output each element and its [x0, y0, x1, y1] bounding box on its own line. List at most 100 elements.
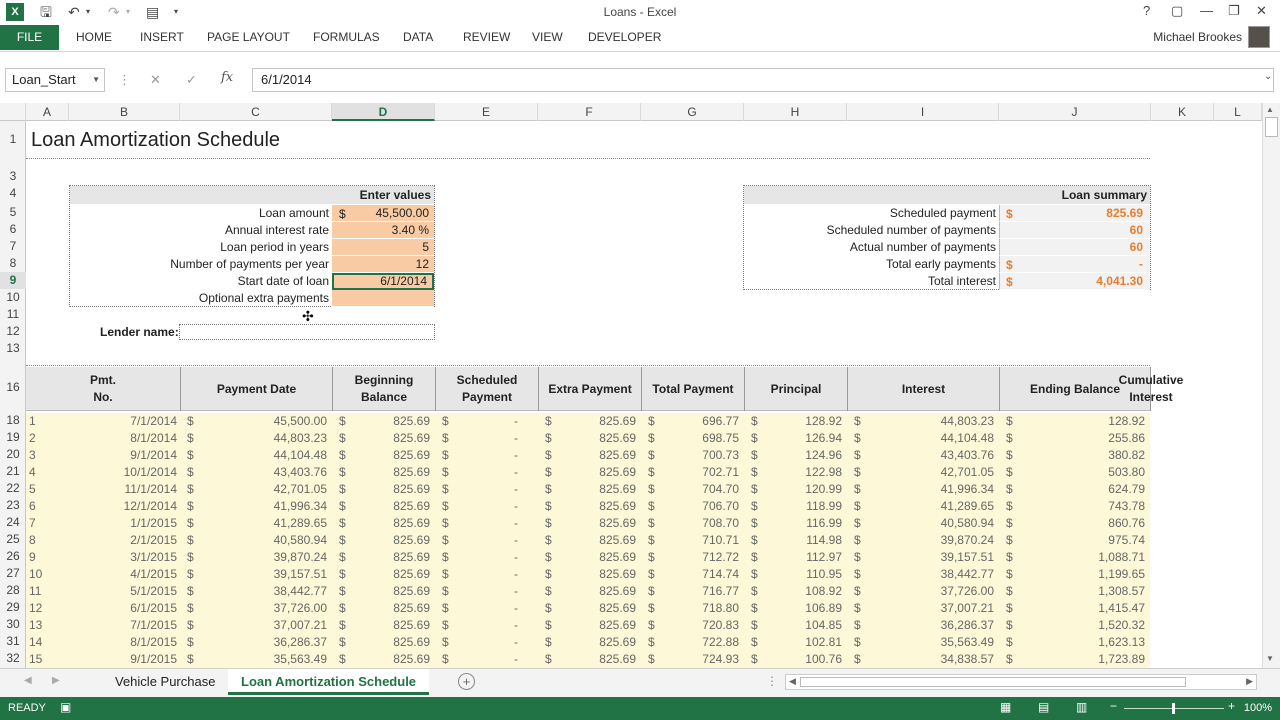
input-value[interactable]: 12 [332, 256, 434, 273]
column-header-k[interactable]: K [1151, 103, 1214, 121]
row-header-10[interactable]: 10 [0, 289, 26, 306]
input-value[interactable]: 45,500.00 [332, 205, 434, 222]
tab-insert[interactable]: INSERT [140, 30, 184, 44]
input-value[interactable]: 5 [332, 239, 434, 256]
tab-home[interactable]: HOME [76, 30, 112, 44]
scroll-thumb[interactable] [1265, 117, 1278, 137]
scroll-left-icon[interactable]: ◀ [789, 676, 796, 687]
column-header-g[interactable]: G [641, 103, 744, 121]
column-header-i[interactable]: I [847, 103, 999, 121]
lender-input[interactable] [179, 324, 435, 340]
input-value[interactable]: 3.40 % [332, 222, 434, 239]
table-row[interactable]: 3 9/1/2014 $44,104.48 $825.69 $ - $825.69 $700.… [26, 447, 1150, 464]
enter-icon[interactable]: ✓ [186, 72, 197, 88]
column-header-j[interactable]: J [999, 103, 1151, 121]
insert-function-icon[interactable]: fx [221, 70, 233, 85]
row-header-26[interactable]: 26 [0, 548, 26, 565]
row-header-9[interactable]: 9 [0, 272, 26, 289]
table-header-cell[interactable]: Scheduled Payment [435, 367, 538, 411]
restore-icon[interactable]: ❐ [1228, 3, 1240, 19]
tab-view[interactable]: VIEW [532, 30, 563, 44]
table-row[interactable]: 7 1/1/2015 $41,289.65 $825.69 $ - $825.69 $708.… [26, 515, 1150, 532]
table-header-cell[interactable]: Pmt. No. [26, 367, 180, 411]
column-header-h[interactable]: H [744, 103, 847, 121]
vertical-scrollbar[interactable]: ▲ ▼ [1262, 103, 1280, 668]
cancel-icon[interactable]: ✕ [150, 72, 161, 88]
zoom-level[interactable]: 100% [1244, 702, 1272, 714]
add-sheet-icon[interactable]: + [458, 673, 475, 690]
row-header-32[interactable]: 32 [0, 650, 26, 667]
user-name[interactable]: Michael Brookes [1153, 30, 1242, 44]
normal-view-icon[interactable]: ▦ [1000, 700, 1011, 714]
row-header-1[interactable]: 1 [0, 131, 26, 148]
scroll-up-icon[interactable]: ▲ [1266, 105, 1274, 114]
selected-cell[interactable]: 6/1/2014 [332, 273, 434, 290]
ribbon-display-icon[interactable]: ▢ [1171, 3, 1183, 19]
column-header-d[interactable]: D [332, 103, 435, 121]
row-header-25[interactable]: 25 [0, 531, 26, 548]
column-header-f[interactable]: F [538, 103, 641, 121]
table-header-cell[interactable]: Total Payment [641, 367, 744, 411]
select-all-corner[interactable] [0, 103, 26, 121]
page-break-view-icon[interactable]: ▥ [1076, 700, 1087, 714]
table-header-cell[interactable]: Principal [744, 367, 847, 411]
table-header-cell[interactable]: Beginning Balance [332, 367, 435, 411]
row-header-11[interactable]: 11 [0, 306, 26, 323]
zoom-in-icon[interactable]: + [1228, 699, 1235, 713]
table-row[interactable]: 8 2/1/2015 $40,580.94 $825.69 $ - $825.69 $710.… [26, 532, 1150, 549]
page-layout-view-icon[interactable]: ▤ [1038, 700, 1049, 714]
row-header-27[interactable]: 27 [0, 565, 26, 582]
table-header-cell[interactable]: Extra Payment [538, 367, 641, 411]
row-header-16[interactable]: 16 [0, 379, 26, 396]
table-row[interactable]: 4 10/1/2014 $43,403.76 $825.69 $ - $825.69 $702… [26, 464, 1150, 481]
table-header-cell[interactable]: Interest [847, 367, 999, 411]
column-header-l[interactable]: L [1214, 103, 1262, 121]
row-header-12[interactable]: 12 [0, 323, 26, 340]
table-row[interactable]: 10 4/1/2015 $39,157.51 $825.69 $ - $825.69 $714… [26, 566, 1150, 583]
input-value[interactable] [332, 290, 434, 307]
zoom-out-icon[interactable]: − [1110, 699, 1117, 713]
row-header-24[interactable]: 24 [0, 514, 26, 531]
minimize-icon[interactable]: — [1200, 3, 1213, 18]
table-row[interactable]: 15 9/1/2015 $35,563.49 $825.69 $ - $825.69 $724… [26, 651, 1150, 668]
row-header-30[interactable]: 30 [0, 616, 26, 633]
scroll-right-icon[interactable]: ▶ [1246, 676, 1253, 687]
horizontal-scrollbar[interactable]: ◀ ▶ [785, 674, 1257, 690]
formula-input[interactable]: 6/1/2014 [252, 68, 1274, 92]
row-header-19[interactable]: 19 [0, 429, 26, 446]
table-row[interactable]: 5 11/1/2014 $42,701.05 $825.69 $ - $825.69 $704… [26, 481, 1150, 498]
row-header-5[interactable]: 5 [0, 204, 26, 221]
hscroll-thumb[interactable] [800, 677, 1186, 687]
zoom-slider-thumb[interactable] [1172, 703, 1175, 714]
scroll-tabs-right-icon[interactable]: ▶ [52, 675, 60, 686]
worksheet-grid[interactable]: ABCDEFGHIJKL 1 3 4 5 6 7 8 9 10 11 12 13 16 18 19 20 21 2… [0, 103, 1262, 668]
tab-review[interactable]: REVIEW [463, 30, 510, 44]
row-header-28[interactable]: 28 [0, 582, 26, 599]
row-header-3[interactable]: 3 [0, 168, 26, 185]
row-header-23[interactable]: 23 [0, 497, 26, 514]
row-header-29[interactable]: 29 [0, 599, 26, 616]
avatar[interactable] [1248, 26, 1270, 48]
row-header-20[interactable]: 20 [0, 446, 26, 463]
tab-data[interactable]: DATA [403, 30, 433, 44]
tab-file[interactable]: FILE [0, 25, 59, 50]
sheet-tab-loan-amortization[interactable]: Loan Amortization Schedule [228, 669, 430, 695]
chevron-down-icon[interactable]: ▼ [92, 69, 100, 91]
column-header-a[interactable]: A [26, 103, 69, 121]
table-row[interactable]: 9 3/1/2015 $39,870.24 $825.69 $ - $825.69 $712.… [26, 549, 1150, 566]
row-header-13[interactable]: 13 [0, 340, 26, 357]
sheet-tab-vehicle-purchase[interactable]: Vehicle Purchase [102, 669, 228, 695]
help-icon[interactable]: ? [1143, 3, 1150, 18]
row-header-21[interactable]: 21 [0, 463, 26, 480]
row-header-31[interactable]: 31 [0, 633, 26, 650]
column-header-b[interactable]: B [69, 103, 180, 121]
column-header-e[interactable]: E [435, 103, 538, 121]
row-header-8[interactable]: 8 [0, 255, 26, 272]
scroll-down-icon[interactable]: ▼ [1266, 654, 1274, 663]
tab-formulas[interactable]: FORMULAS [313, 30, 380, 44]
table-row[interactable]: 11 5/1/2015 $38,442.77 $825.69 $ - $825.69 $716… [26, 583, 1150, 600]
table-row[interactable]: 6 12/1/2014 $41,996.34 $825.69 $ - $825.69 $706… [26, 498, 1150, 515]
table-row[interactable]: 2 8/1/2014 $44,803.23 $825.69 $ - $825.69 $698.… [26, 430, 1150, 447]
tab-page-layout[interactable]: PAGE LAYOUT [207, 30, 290, 44]
table-header-cell[interactable]: Payment Date [180, 367, 332, 411]
